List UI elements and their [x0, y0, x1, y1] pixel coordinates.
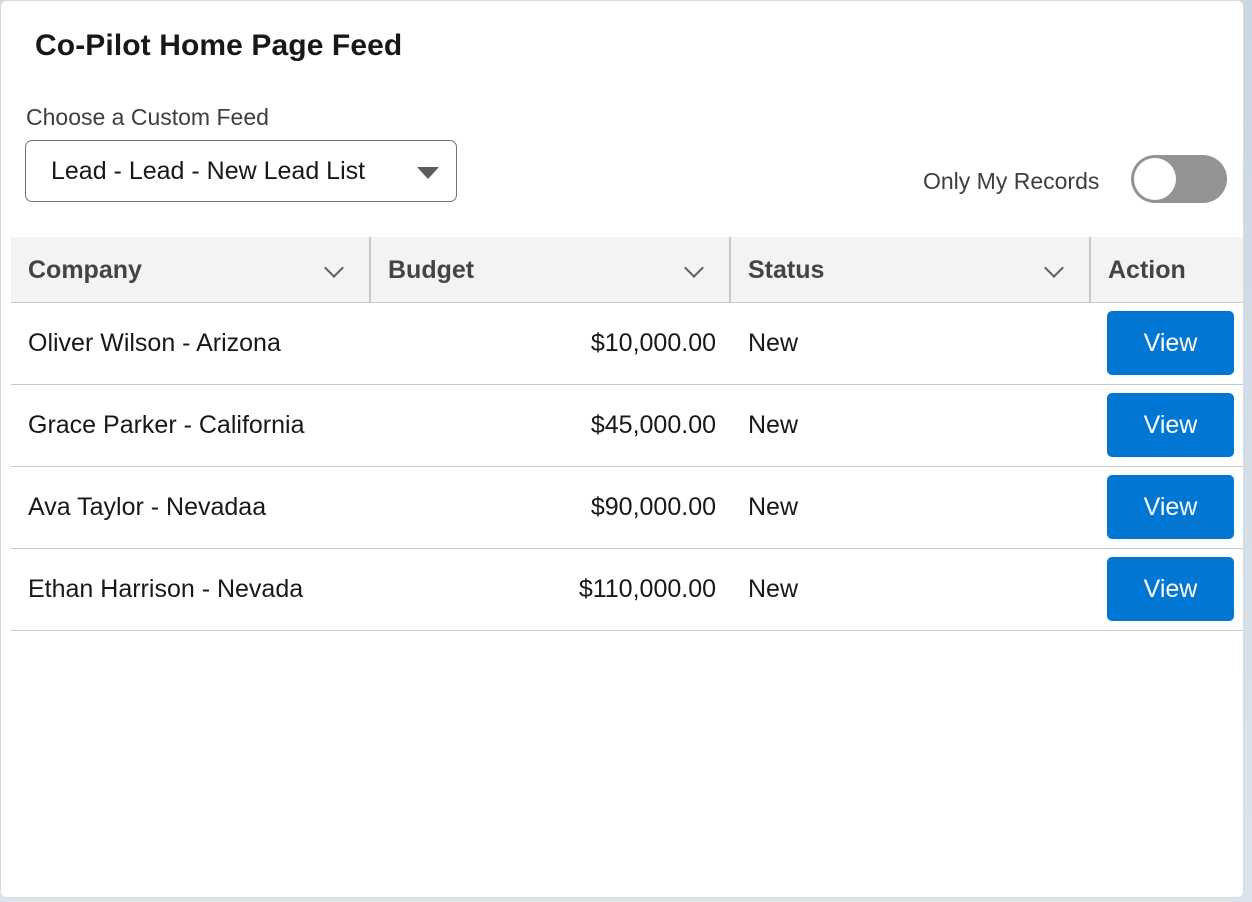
cell-budget: $110,000.00	[578, 574, 716, 603]
table-row: Ethan Harrison - Nevada $110,000.00 New …	[11, 549, 1243, 631]
view-button[interactable]: View	[1107, 393, 1234, 457]
cell-budget: $45,000.00	[590, 410, 716, 439]
chevron-down-icon[interactable]	[324, 258, 344, 278]
column-header-label: Action	[1108, 255, 1186, 284]
table-header: Company Budget Status Action	[11, 237, 1243, 303]
view-button[interactable]: View	[1107, 557, 1234, 621]
only-my-records-label: Only My Records	[923, 168, 1100, 194]
cell-action: View	[1107, 467, 1237, 547]
custom-feed-select[interactable]: Lead - Lead - New Lead List	[25, 140, 457, 202]
feed-card: Co-Pilot Home Page Feed Choose a Custom …	[0, 0, 1244, 898]
feed-select-label: Choose a Custom Feed	[26, 104, 269, 130]
cell-action: View	[1107, 385, 1237, 465]
table-row: Ava Taylor - Nevadaa $90,000.00 New View	[11, 467, 1243, 549]
records-table: Company Budget Status Action Oliver Wils…	[11, 237, 1243, 631]
column-header-action: Action	[1091, 237, 1243, 303]
chevron-down-icon[interactable]	[684, 258, 704, 278]
chevron-down-icon[interactable]	[1044, 258, 1064, 278]
table-row: Grace Parker - California $45,000.00 New…	[11, 385, 1243, 467]
column-header-label: Budget	[388, 255, 475, 284]
cell-status: New	[748, 328, 799, 357]
custom-feed-select-value: Lead - Lead - New Lead List	[51, 156, 366, 185]
cell-action: View	[1107, 549, 1237, 629]
table-row: Oliver Wilson - Arizona $10,000.00 New V…	[11, 303, 1243, 385]
column-header-company[interactable]: Company	[11, 237, 371, 303]
cell-status: New	[748, 410, 799, 439]
column-header-budget[interactable]: Budget	[371, 237, 731, 303]
column-header-label: Company	[28, 255, 142, 284]
cell-action: View	[1107, 303, 1237, 383]
column-header-label: Status	[748, 255, 825, 284]
cell-company: Oliver Wilson - Arizona	[28, 328, 281, 357]
card-title: Co-Pilot Home Page Feed	[35, 29, 403, 62]
cell-budget: $10,000.00	[590, 328, 716, 357]
cell-company: Ava Taylor - Nevadaa	[28, 492, 267, 521]
cell-company: Grace Parker - California	[28, 410, 305, 439]
toggle-knob	[1134, 158, 1176, 200]
cell-status: New	[748, 492, 799, 521]
caret-down-icon	[417, 167, 439, 179]
cell-status: New	[748, 574, 799, 603]
cell-budget: $90,000.00	[590, 492, 716, 521]
cell-company: Ethan Harrison - Nevada	[28, 574, 304, 603]
column-header-status[interactable]: Status	[731, 237, 1091, 303]
only-my-records-toggle[interactable]	[1131, 155, 1227, 203]
view-button[interactable]: View	[1107, 475, 1234, 539]
view-button[interactable]: View	[1107, 311, 1234, 375]
